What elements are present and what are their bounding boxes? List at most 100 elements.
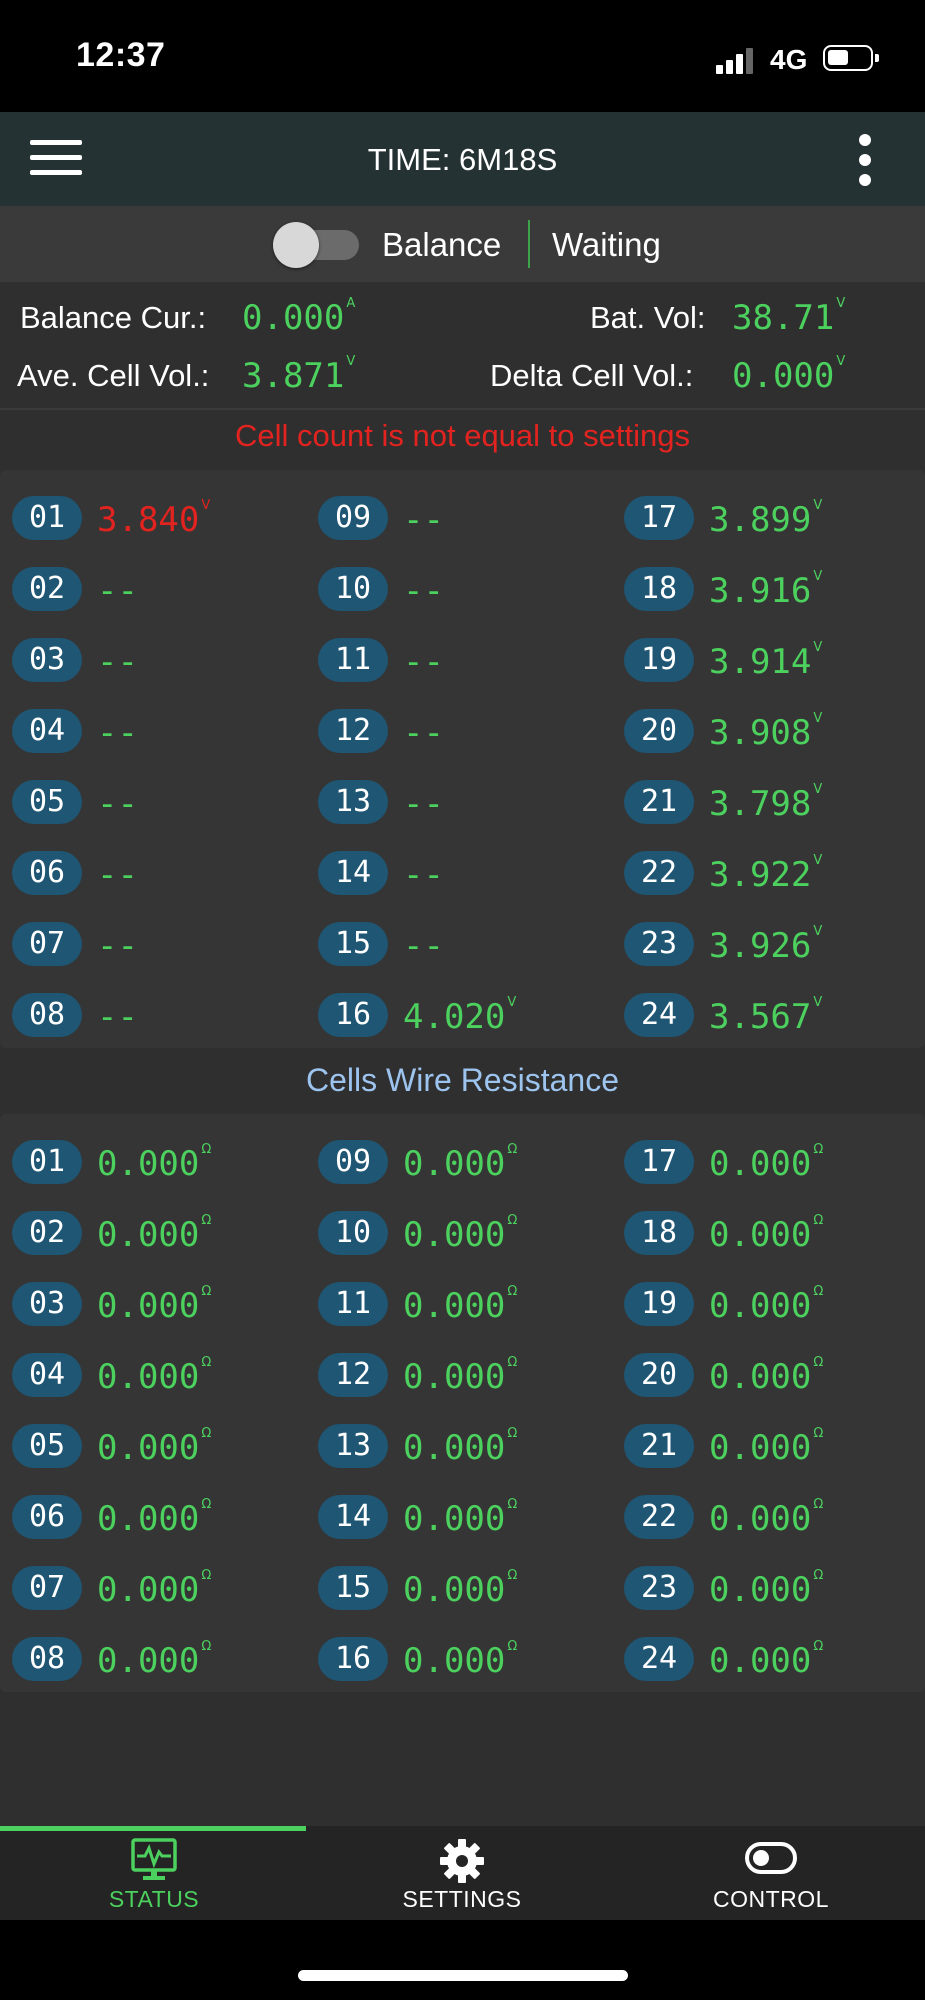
voltage-cell-number: 16 bbox=[318, 993, 388, 1037]
summary-panel: Balance Cur.: 0.000 A Bat. Vol: 38.71 V Av… bbox=[0, 286, 925, 410]
voltage-cell-value: -- bbox=[97, 997, 138, 1037]
voltage-cell-number: 21 bbox=[624, 780, 694, 824]
resistance-cell-value: 0.000 Ω bbox=[709, 1142, 824, 1184]
tab-settings-label: SETTINGS bbox=[402, 1886, 522, 1912]
resistance-cell-value: 0.000 Ω bbox=[709, 1284, 824, 1326]
voltage-cell-value: -- bbox=[97, 713, 138, 753]
resistance-cell-number: 20 bbox=[624, 1353, 694, 1397]
resistance-cell-value: 0.000 Ω bbox=[97, 1213, 212, 1255]
voltage-cell-value: -- bbox=[403, 855, 444, 895]
resistance-cell-number: 13 bbox=[318, 1424, 388, 1468]
voltage-cell-number: 17 bbox=[624, 496, 694, 540]
battery-voltage-value: 38.71 V bbox=[732, 296, 846, 338]
resistance-cell-value: 0.000 Ω bbox=[403, 1355, 518, 1397]
voltage-cell-number: 06 bbox=[12, 851, 82, 895]
voltage-cell-number: 12 bbox=[318, 709, 388, 753]
voltage-cell-value: -- bbox=[97, 571, 138, 611]
resistance-cell-number: 22 bbox=[624, 1495, 694, 1539]
voltage-cell-value: 4.020 V bbox=[403, 995, 517, 1037]
voltage-cell-number: 07 bbox=[12, 922, 82, 966]
resistance-cell-number: 05 bbox=[12, 1424, 82, 1468]
resistance-cell-value: 0.000 Ω bbox=[709, 1213, 824, 1255]
voltage-cell-value: -- bbox=[97, 642, 138, 682]
voltage-cell-number: 02 bbox=[12, 567, 82, 611]
resistance-cell-number: 10 bbox=[318, 1211, 388, 1255]
balance-toggle[interactable] bbox=[273, 222, 361, 268]
home-indicator[interactable] bbox=[298, 1970, 628, 1981]
balance-current-label: Balance Cur.: bbox=[20, 300, 207, 335]
cell-count-warning: Cell count is not equal to settings bbox=[235, 418, 690, 453]
voltage-cell-value: -- bbox=[403, 500, 444, 540]
voltage-cell-value: -- bbox=[403, 571, 444, 611]
resistance-cell-value: 0.000 Ω bbox=[97, 1426, 212, 1468]
resistance-cell-value: 0.000 Ω bbox=[403, 1568, 518, 1610]
balance-state: Waiting bbox=[552, 226, 661, 263]
average-cell-voltage-label: Ave. Cell Vol.: bbox=[17, 358, 210, 393]
toggle-icon bbox=[745, 1842, 797, 1874]
resistance-cell-value: 0.000 Ω bbox=[709, 1355, 824, 1397]
voltage-cell-value: 3.916 V bbox=[709, 569, 823, 611]
resistance-cell-value: 0.000 Ω bbox=[403, 1284, 518, 1326]
voltage-cell-value: -- bbox=[97, 784, 138, 824]
more-options-icon[interactable] bbox=[852, 132, 880, 188]
resistance-cell-number: 18 bbox=[624, 1211, 694, 1255]
resistance-cell-value: 0.000 Ω bbox=[709, 1568, 824, 1610]
voltage-cell-number: 24 bbox=[624, 993, 694, 1037]
resistance-cell-number: 08 bbox=[12, 1637, 82, 1681]
voltage-cell-value: -- bbox=[403, 926, 444, 966]
voltage-cell-number: 20 bbox=[624, 709, 694, 753]
resistance-cell-number: 06 bbox=[12, 1495, 82, 1539]
voltage-cell-value: -- bbox=[403, 713, 444, 753]
voltage-cell-value: 3.567 V bbox=[709, 995, 823, 1037]
resistance-cell-value: 0.000 Ω bbox=[403, 1426, 518, 1468]
status-time: 12:37 bbox=[76, 36, 166, 74]
resistance-cell-value: 0.000 Ω bbox=[97, 1142, 212, 1184]
resistance-cell-value: 0.000 Ω bbox=[97, 1497, 212, 1539]
tab-settings[interactable]: SETTINGS bbox=[308, 1826, 616, 1920]
resistance-cell-number: 01 bbox=[12, 1140, 82, 1184]
resistance-cell-value: 0.000 Ω bbox=[403, 1497, 518, 1539]
voltage-cell-value: -- bbox=[97, 926, 138, 966]
resistance-cell-number: 17 bbox=[624, 1140, 694, 1184]
voltage-cell-number: 10 bbox=[318, 567, 388, 611]
resistance-cell-number: 19 bbox=[624, 1282, 694, 1326]
resistance-cell-number: 24 bbox=[624, 1637, 694, 1681]
resistance-cell-number: 15 bbox=[318, 1566, 388, 1610]
tab-control-label: CONTROL bbox=[713, 1886, 829, 1912]
app-header: TIME: 6M18S bbox=[0, 112, 925, 206]
home-indicator-area bbox=[0, 1920, 925, 2000]
resistance-cell-value: 0.000 Ω bbox=[403, 1213, 518, 1255]
resistance-cell-number: 11 bbox=[318, 1282, 388, 1326]
divider bbox=[528, 220, 530, 268]
tab-status[interactable]: STATUS bbox=[0, 1826, 308, 1920]
tab-bar: STATUS SETTINGS CONTROL bbox=[0, 1826, 925, 1920]
resistance-cell-number: 07 bbox=[12, 1566, 82, 1610]
voltage-cell-number: 15 bbox=[318, 922, 388, 966]
resistance-cell-number: 14 bbox=[318, 1495, 388, 1539]
average-cell-voltage-value: 3.871 V bbox=[242, 354, 356, 396]
voltage-cell-number: 22 bbox=[624, 851, 694, 895]
cell-voltage-panel: 01 3.840 V 02 -- 03 -- 04 -- 05 -- 06 -- 07 -- 08 -- 09 --… bbox=[0, 470, 925, 1048]
voltage-cell-number: 05 bbox=[12, 780, 82, 824]
resistance-cell-number: 02 bbox=[12, 1211, 82, 1255]
wire-resistance-panel: 01 0.000 Ω 02 0.000 Ω 03 0.000 Ω 04 0.000 Ω 05 0.000 Ω… bbox=[0, 1114, 925, 1692]
tab-control[interactable]: CONTROL bbox=[617, 1826, 925, 1920]
resistance-cell-value: 0.000 Ω bbox=[97, 1284, 212, 1326]
resistance-cell-value: 0.000 Ω bbox=[403, 1142, 518, 1184]
voltage-cell-number: 03 bbox=[12, 638, 82, 682]
voltage-cell-number: 09 bbox=[318, 496, 388, 540]
resistance-cell-value: 0.000 Ω bbox=[97, 1639, 212, 1681]
resistance-cell-number: 09 bbox=[318, 1140, 388, 1184]
resistance-cell-number: 21 bbox=[624, 1424, 694, 1468]
resistance-cell-value: 0.000 Ω bbox=[709, 1426, 824, 1468]
voltage-cell-number: 18 bbox=[624, 567, 694, 611]
voltage-cell-value: 3.922 V bbox=[709, 853, 823, 895]
delta-cell-voltage-value: 0.000 V bbox=[732, 354, 846, 396]
voltage-cell-value: 3.798 V bbox=[709, 782, 823, 824]
page-title: TIME: 6M18S bbox=[367, 142, 558, 177]
voltage-cell-number: 01 bbox=[12, 496, 82, 540]
delta-cell-voltage-label: Delta Cell Vol.: bbox=[490, 358, 694, 393]
voltage-cell-value: -- bbox=[403, 642, 444, 682]
resistance-cell-value: 0.000 Ω bbox=[709, 1497, 824, 1539]
resistance-cell-number: 04 bbox=[12, 1353, 82, 1397]
